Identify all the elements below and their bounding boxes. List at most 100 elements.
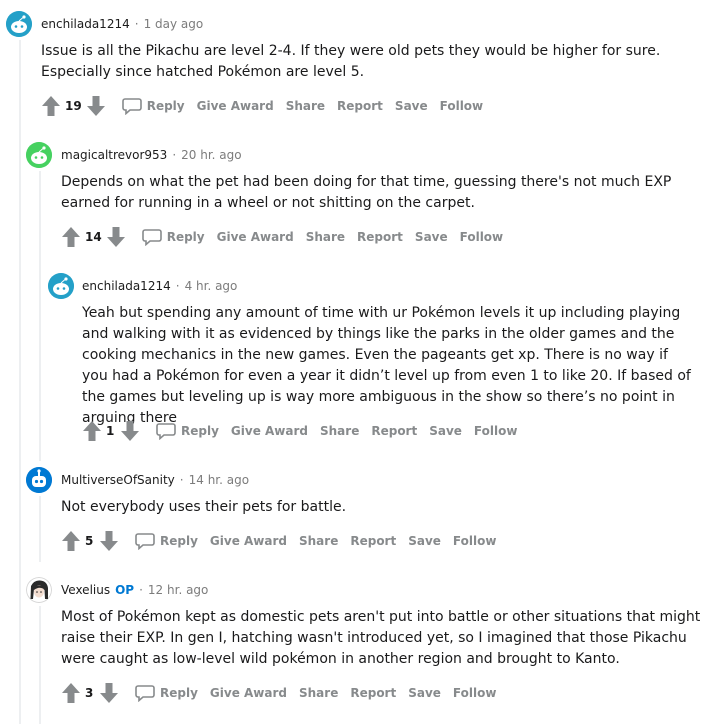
- snoo-icon: [48, 273, 74, 299]
- reply-label: Reply: [146, 99, 185, 113]
- reply-button[interactable]: Reply: [141, 228, 205, 246]
- reply-button[interactable]: Reply: [135, 684, 198, 702]
- timestamp[interactable]: 1 day ago: [144, 16, 204, 32]
- op-badge: OP: [115, 583, 135, 597]
- vote-score: 1: [106, 424, 115, 438]
- username[interactable]: enchilada1214: [82, 278, 171, 294]
- report-button[interactable]: Report: [350, 534, 396, 548]
- vote-score: 19: [65, 99, 82, 113]
- give-award-button[interactable]: Give Award: [210, 534, 287, 548]
- follow-button[interactable]: Follow: [440, 99, 484, 113]
- avatar[interactable]: [26, 467, 52, 493]
- reply-label: Reply: [160, 534, 198, 548]
- comment-body: Issue is all the Pikachu are level 2-4. …: [41, 43, 661, 80]
- downvote-icon[interactable]: [106, 226, 126, 248]
- give-award-button[interactable]: Give Award: [197, 99, 274, 113]
- avatar[interactable]: [26, 577, 52, 603]
- comment-body: Not everybody uses their pets for battle…: [61, 499, 347, 515]
- comment-meta: enchilada1214 · 4 hr. ago: [82, 278, 237, 294]
- report-button[interactable]: Report: [357, 230, 403, 244]
- reply-icon: [156, 423, 176, 440]
- upvote-icon[interactable]: [61, 530, 81, 552]
- timestamp[interactable]: 14 hr. ago: [189, 472, 249, 488]
- follow-button[interactable]: Follow: [453, 534, 497, 548]
- separator-dot: ·: [175, 279, 180, 293]
- reply-icon: [121, 98, 142, 115]
- vote-score: 3: [85, 686, 94, 700]
- reply-label: Reply: [166, 230, 205, 244]
- upvote-icon[interactable]: [61, 226, 81, 248]
- avatar[interactable]: [26, 142, 52, 168]
- comment-meta: enchilada1214 · 1 day ago: [41, 16, 203, 32]
- share-button[interactable]: Share: [299, 534, 338, 548]
- username[interactable]: enchilada1214: [41, 16, 130, 32]
- username[interactable]: magicaltrevor953: [61, 147, 167, 163]
- report-button[interactable]: Report: [337, 99, 383, 113]
- downvote-icon[interactable]: [99, 682, 119, 704]
- save-button[interactable]: Save: [408, 534, 441, 548]
- follow-button[interactable]: Follow: [460, 230, 504, 244]
- comment-meta: magicaltrevor953 · 20 hr. ago: [61, 147, 242, 163]
- save-button[interactable]: Save: [408, 686, 441, 700]
- username[interactable]: MultiverseOfSanity: [61, 472, 175, 488]
- snoo-icon: [6, 11, 32, 37]
- separator-dot: ·: [134, 17, 139, 31]
- comment-body: Depends on what the pet had been doing f…: [61, 174, 672, 211]
- report-button[interactable]: Report: [371, 424, 417, 438]
- reply-icon: [135, 533, 155, 550]
- reply-label: Reply: [181, 424, 219, 438]
- give-award-button[interactable]: Give Award: [210, 686, 287, 700]
- share-button[interactable]: Share: [299, 686, 338, 700]
- upvote-icon[interactable]: [61, 682, 81, 704]
- comment-actions: 5 Reply Give Award Share Report Save Fol…: [61, 528, 496, 554]
- follow-button[interactable]: Follow: [474, 424, 518, 438]
- comment-body: Most of Pokémon kept as domestic pets ar…: [61, 609, 701, 667]
- comment-meta: MultiverseOfSanity · 14 hr. ago: [61, 472, 249, 488]
- thread-line[interactable]: [39, 171, 41, 461]
- timestamp[interactable]: 20 hr. ago: [181, 147, 241, 163]
- upvote-icon[interactable]: [41, 95, 61, 117]
- reply-button[interactable]: Reply: [135, 532, 198, 550]
- save-button[interactable]: Save: [415, 230, 448, 244]
- share-button[interactable]: Share: [320, 424, 359, 438]
- give-award-button[interactable]: Give Award: [231, 424, 308, 438]
- separator-dot: ·: [179, 473, 184, 487]
- vote-score: 14: [85, 230, 102, 244]
- avatar[interactable]: [48, 273, 74, 299]
- anime-avatar-icon: [26, 577, 52, 603]
- reply-icon: [141, 229, 162, 246]
- vote-score: 5: [85, 534, 94, 548]
- username[interactable]: Vexelius: [61, 582, 110, 598]
- comment-actions: 19 Reply Give Award Share Report Save Fo…: [41, 93, 483, 119]
- give-award-button[interactable]: Give Award: [217, 230, 294, 244]
- reply-button[interactable]: Reply: [121, 97, 185, 115]
- reply-button[interactable]: Reply: [156, 422, 219, 440]
- report-button[interactable]: Report: [350, 686, 396, 700]
- separator-dot: ·: [139, 583, 143, 597]
- comment-actions: 14 Reply Give Award Share Report Save Fo…: [61, 224, 503, 250]
- timestamp[interactable]: 12 hr. ago: [148, 582, 208, 598]
- reply-icon: [135, 685, 155, 702]
- follow-button[interactable]: Follow: [453, 686, 497, 700]
- comment-actions: 3 Reply Give Award Share Report Save Fol…: [61, 680, 496, 706]
- downvote-icon[interactable]: [120, 420, 140, 442]
- share-button[interactable]: Share: [306, 230, 345, 244]
- comment-meta: Vexelius OP · 12 hr. ago: [61, 582, 208, 598]
- save-button[interactable]: Save: [395, 99, 428, 113]
- timestamp[interactable]: 4 hr. ago: [185, 278, 238, 294]
- upvote-icon[interactable]: [82, 420, 102, 442]
- save-button[interactable]: Save: [429, 424, 462, 438]
- separator-dot: ·: [172, 148, 177, 162]
- snoo-icon: [26, 142, 52, 168]
- reply-label: Reply: [160, 686, 198, 700]
- downvote-icon[interactable]: [99, 530, 119, 552]
- robot-avatar-icon: [26, 467, 52, 493]
- thread-line[interactable]: [39, 496, 41, 562]
- avatar[interactable]: [6, 11, 32, 37]
- thread-line[interactable]: [39, 606, 41, 724]
- thread-line[interactable]: [19, 40, 21, 724]
- comment-body: Yeah but spending any amount of time wit…: [82, 305, 691, 426]
- downvote-icon[interactable]: [86, 95, 106, 117]
- comment-actions: 1 Reply Give Award Share Report Save Fol…: [82, 418, 517, 444]
- share-button[interactable]: Share: [286, 99, 325, 113]
